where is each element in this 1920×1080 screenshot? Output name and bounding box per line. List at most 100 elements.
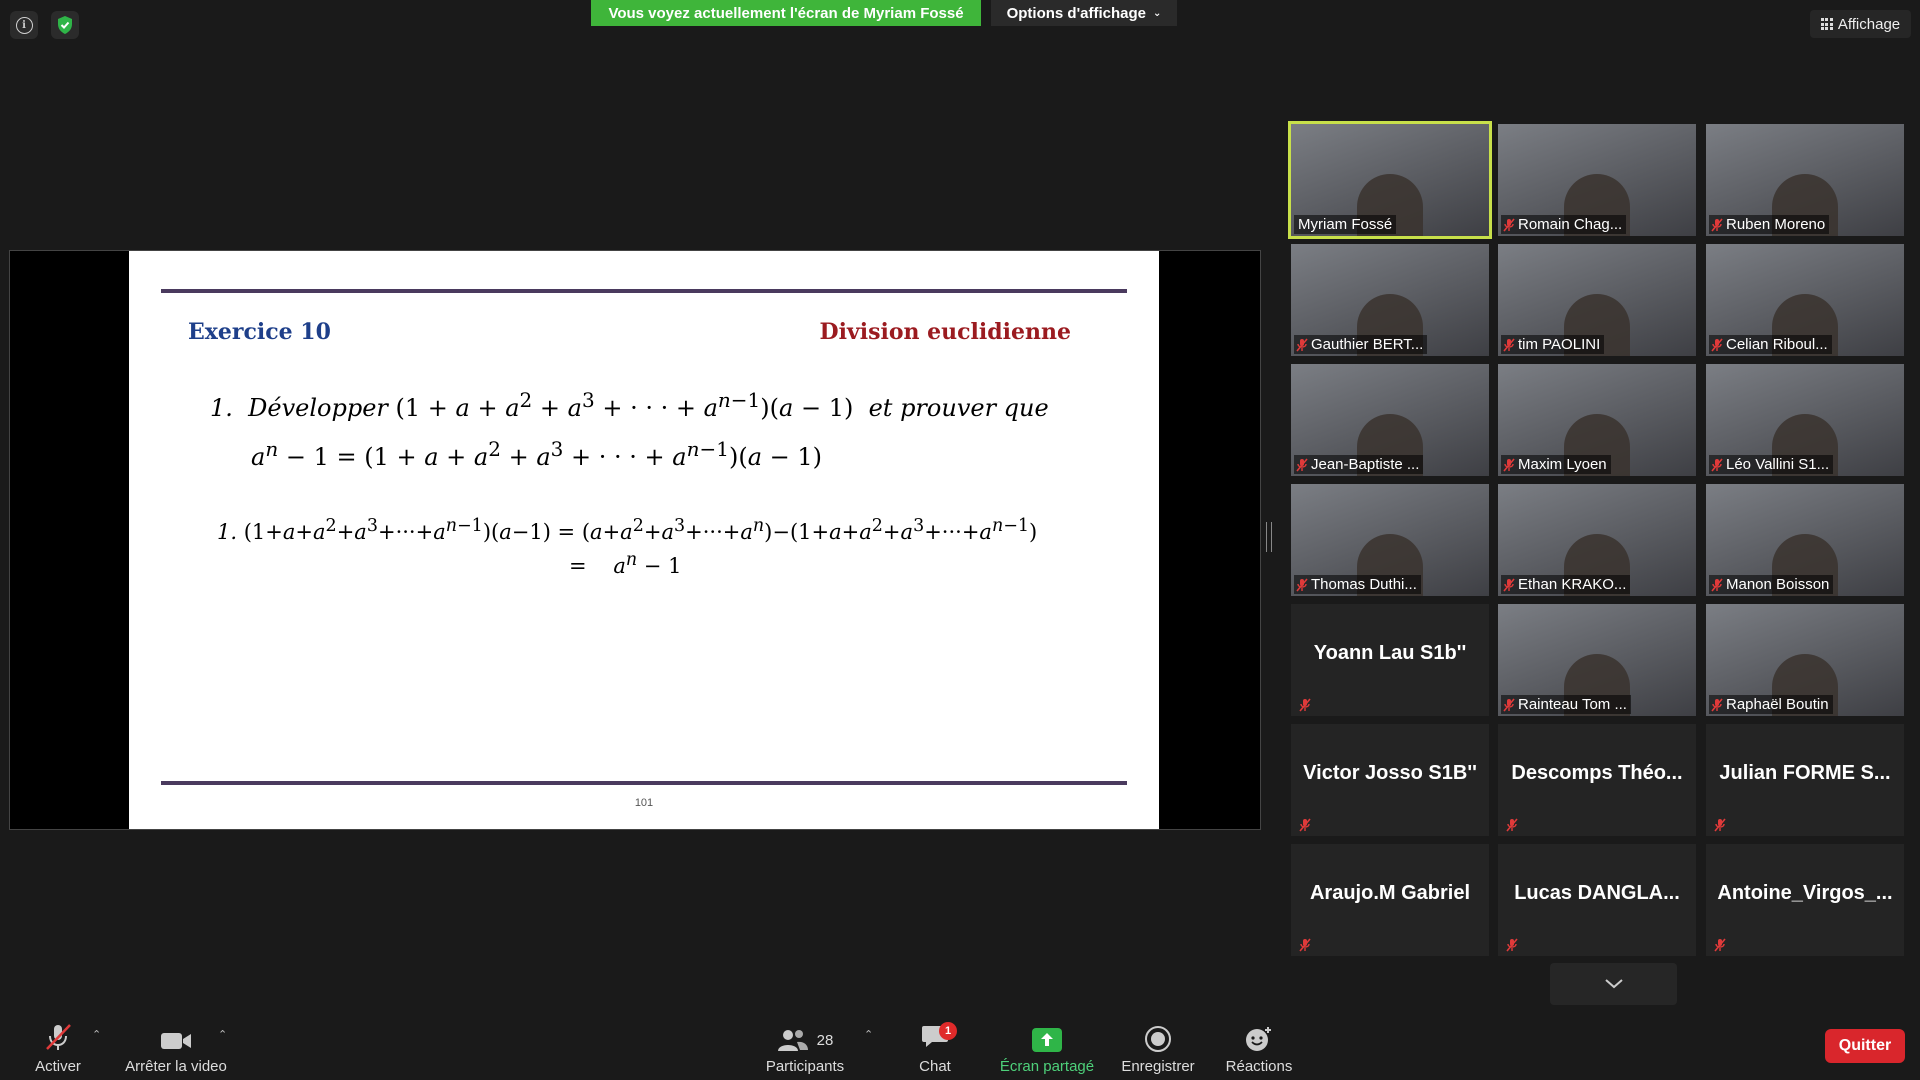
microphone-muted-icon: [1296, 457, 1308, 472]
gallery-next-page-button[interactable]: [1550, 963, 1677, 1005]
participant-tile[interactable]: Rainteau Tom ...: [1498, 604, 1696, 716]
chat-button[interactable]: 1 Chat: [905, 1015, 965, 1075]
participant-tile[interactable]: Manon Boisson: [1706, 484, 1904, 596]
participant-name: Araujo.M Gabriel: [1309, 882, 1471, 904]
mute-button[interactable]: Activer: [28, 1015, 88, 1075]
participant-name-tag: Maxim Lyoen: [1501, 455, 1611, 474]
slide-bottom-rule: [161, 781, 1127, 785]
participant-tile[interactable]: Romain Chag...: [1498, 124, 1696, 236]
participant-name-tag: Manon Boisson: [1709, 575, 1834, 594]
microphone-muted-icon: [46, 1024, 71, 1050]
record-label: Enregistrer: [1121, 1058, 1195, 1075]
share-screen-arrow-icon: [1032, 1028, 1062, 1052]
share-banner-text: Vous voyez actuellement l'écran de Myria…: [608, 4, 964, 22]
participant-name: tim PAOLINI: [1518, 336, 1601, 353]
participant-name: Raphaël Boutin: [1726, 696, 1829, 713]
video-camera-icon: [161, 1033, 191, 1049]
people-icon: [777, 1030, 808, 1051]
screen-share-banner: Vous voyez actuellement l'écran de Myria…: [591, 0, 981, 26]
question-develop-word: Développer: [248, 394, 388, 422]
view-options-menu[interactable]: Options d'affichage ⌄: [991, 0, 1177, 26]
participant-name: Yoann Lau S1b'': [1313, 642, 1467, 664]
video-options-caret[interactable]: ⌃: [218, 1028, 227, 1041]
participant-tile[interactable]: Lucas DANGLA...: [1498, 844, 1696, 956]
microphone-muted-icon: [1714, 938, 1726, 952]
slide-page-number: 101: [634, 797, 654, 809]
view-options-label: Options d'affichage: [1006, 4, 1147, 22]
microphone-muted-icon: [1299, 818, 1311, 832]
answer-number: 1.: [217, 520, 238, 544]
participant-name: Lucas DANGLA...: [1514, 882, 1680, 904]
microphone-muted-icon: [1503, 697, 1515, 712]
answer-equals: =: [569, 554, 587, 578]
record-button[interactable]: Enregistrer: [1118, 1015, 1198, 1075]
stop-video-button[interactable]: Arrêter la video: [120, 1015, 232, 1075]
participant-name-tag: Romain Chag...: [1501, 215, 1627, 234]
exercise-topic: Division euclidienne: [819, 319, 1071, 345]
participant-tile[interactable]: Ruben Moreno: [1706, 124, 1904, 236]
participant-name-tag: Celian Riboul...: [1709, 335, 1832, 354]
microphone-muted-icon: [1506, 818, 1518, 832]
participant-name: Antoine_Virgos_...: [1717, 882, 1893, 904]
share-screen-label: Écran partagé: [999, 1058, 1095, 1075]
microphone-muted-icon: [1503, 337, 1515, 352]
microphone-muted-icon: [1711, 457, 1723, 472]
participant-tile[interactable]: Descomps Théo...: [1498, 724, 1696, 836]
presentation-slide: Exercice 10 Division euclidienne 1. Déve…: [129, 251, 1159, 829]
shield-check-icon: [58, 16, 72, 34]
participant-tile[interactable]: Gauthier BERT...: [1291, 244, 1489, 356]
participant-name: Gauthier BERT...: [1311, 336, 1424, 353]
question-number: 1.: [210, 394, 233, 422]
participant-name: Victor Josso S1B'': [1303, 762, 1477, 784]
participant-tile[interactable]: Raphaël Boutin: [1706, 604, 1904, 716]
participant-name: Ethan KRAKO...: [1518, 576, 1627, 593]
microphone-muted-icon: [1506, 938, 1518, 952]
participant-name: Manon Boisson: [1726, 576, 1830, 593]
participants-count: 28: [816, 1031, 834, 1049]
split-resize-handle[interactable]: [1266, 522, 1272, 552]
microphone-muted-icon: [1714, 818, 1726, 832]
chat-unread-badge: 1: [939, 1022, 957, 1040]
participant-name-tag: Thomas Duthi...: [1294, 575, 1421, 594]
shared-screen: Exercice 10 Division euclidienne 1. Déve…: [9, 250, 1261, 830]
share-screen-button[interactable]: Écran partagé: [995, 1015, 1099, 1075]
leave-meeting-button[interactable]: Quitter: [1825, 1029, 1905, 1063]
participant-tile[interactable]: Thomas Duthi...: [1291, 484, 1489, 596]
security-button[interactable]: [51, 11, 79, 39]
participant-name: Thomas Duthi...: [1311, 576, 1417, 593]
layout-view-button[interactable]: Affichage: [1810, 10, 1911, 38]
question-prove-words: et prouver que: [868, 394, 1049, 422]
question-line: 1. Développer (1 + a + a2 + a3 + · · · +…: [210, 388, 1049, 422]
participant-name: Jean-Baptiste ...: [1311, 456, 1420, 473]
microphone-muted-icon: [1296, 337, 1308, 352]
participants-button[interactable]: 28 Participants: [760, 1015, 850, 1075]
participant-tile[interactable]: Myriam Fossé: [1288, 121, 1492, 239]
participant-tile[interactable]: Araujo.M Gabriel: [1291, 844, 1489, 956]
participant-tile[interactable]: Victor Josso S1B'': [1291, 724, 1489, 836]
participant-name: Myriam Fossé: [1298, 216, 1393, 233]
participants-options-caret[interactable]: ⌃: [864, 1028, 873, 1041]
participant-tile[interactable]: tim PAOLINI: [1498, 244, 1696, 356]
participant-name-tag: tim PAOLINI: [1501, 335, 1605, 354]
participant-name: Rainteau Tom ...: [1518, 696, 1627, 713]
participant-name: Ruben Moreno: [1726, 216, 1826, 233]
participant-name-tag: Jean-Baptiste ...: [1294, 455, 1424, 474]
chat-label: Chat: [919, 1058, 951, 1075]
participants-label: Participants: [765, 1058, 845, 1075]
participant-tile[interactable]: Antoine_Virgos_...: [1706, 844, 1904, 956]
reactions-button[interactable]: Réactions: [1220, 1015, 1298, 1075]
participant-tile[interactable]: Celian Riboul...: [1706, 244, 1904, 356]
microphone-muted-icon: [1711, 337, 1723, 352]
participant-tile[interactable]: Léo Vallini S1...: [1706, 364, 1904, 476]
participant-name-tag: Léo Vallini S1...: [1709, 455, 1834, 474]
participant-tile[interactable]: Jean-Baptiste ...: [1291, 364, 1489, 476]
participant-tile[interactable]: Yoann Lau S1b'': [1291, 604, 1489, 716]
audio-options-caret[interactable]: ⌃: [92, 1028, 101, 1041]
participant-tile[interactable]: Julian FORME S...: [1706, 724, 1904, 836]
participant-name: Maxim Lyoen: [1518, 456, 1607, 473]
microphone-muted-icon: [1711, 697, 1723, 712]
participant-tile[interactable]: Ethan KRAKO...: [1498, 484, 1696, 596]
participant-tile[interactable]: Maxim Lyoen: [1498, 364, 1696, 476]
meeting-info-button[interactable]: i: [10, 11, 38, 39]
record-icon: [1145, 1026, 1171, 1052]
